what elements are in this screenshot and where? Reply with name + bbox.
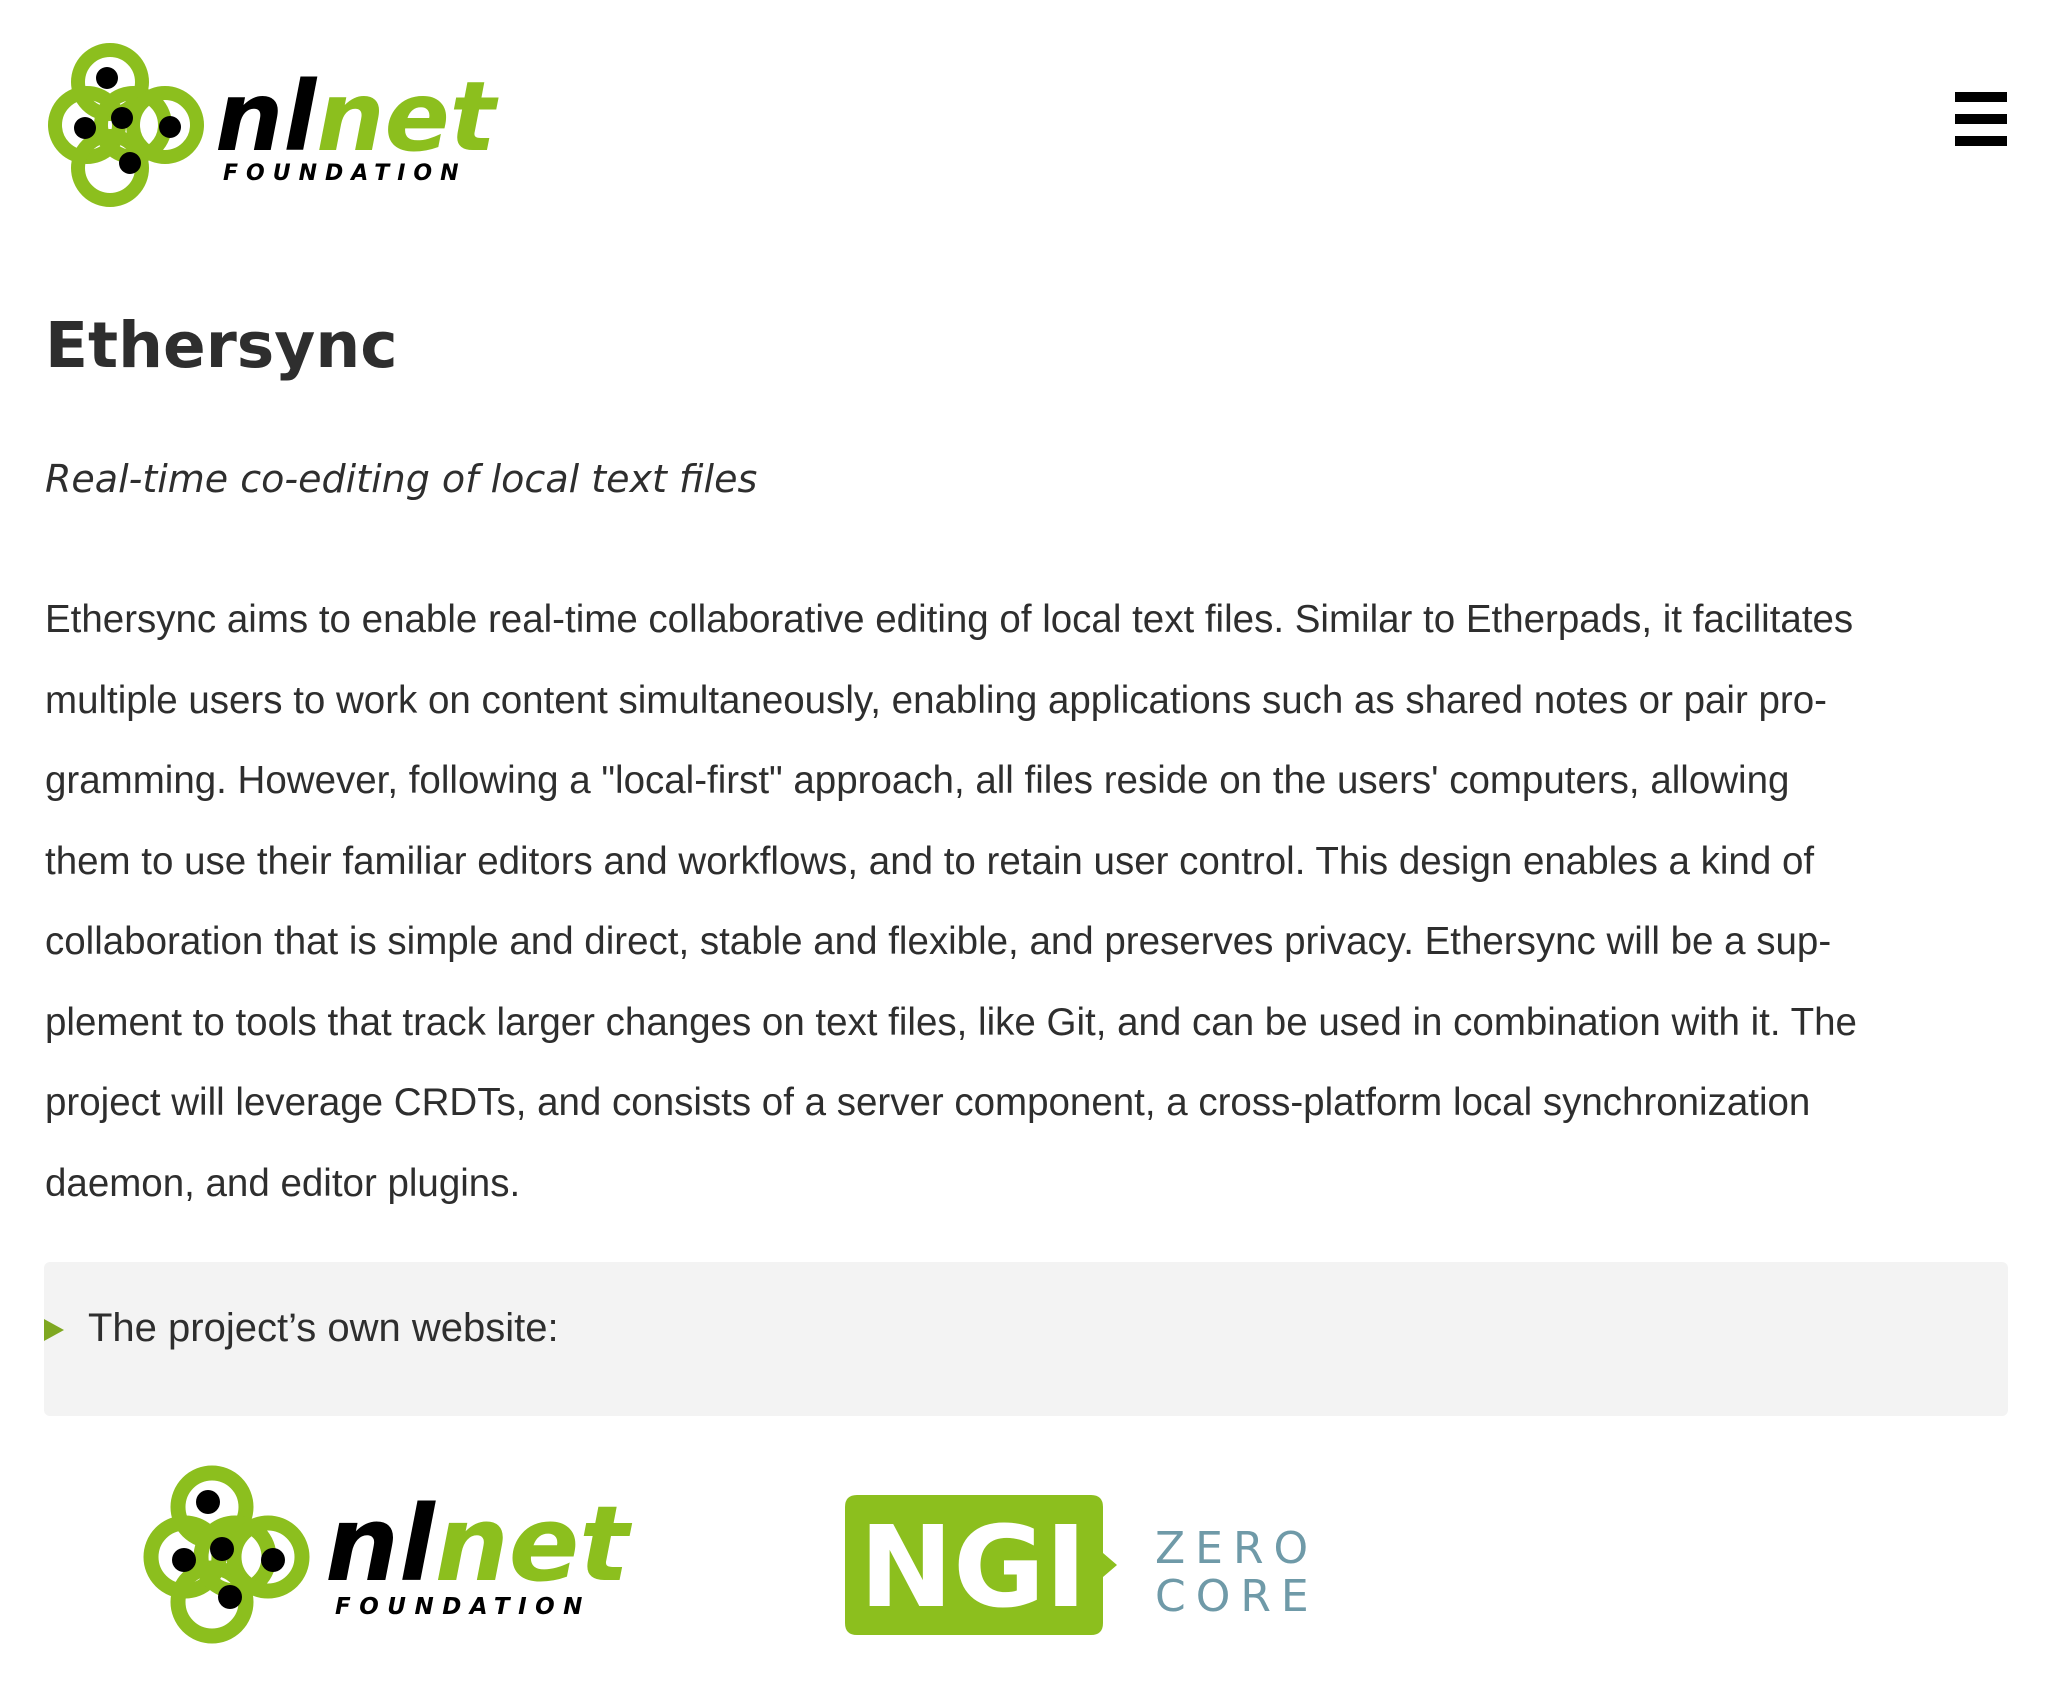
nlnet-logo-icon: [48, 43, 204, 207]
description-line: collaboration that is simple and direct,…: [45, 920, 1832, 963]
description-line: project will leverage CRDTs, and consist…: [45, 1081, 1811, 1124]
project-description: Ethersync aims to enable real-time colla…: [45, 580, 2010, 1224]
ngi-zero-core-logo[interactable]: NGI ZERO CORE: [845, 1493, 1365, 1638]
footer-logo-wordmark: nlnet: [325, 1483, 632, 1605]
logo-tagline: FOUNDATION: [223, 161, 467, 186]
description-line: Ethersync aims to enable real-time colla…: [45, 598, 1854, 641]
ngi-badge-text: NGI: [859, 1503, 1086, 1633]
description-line: plement to tools that track larger chang…: [45, 1000, 1857, 1044]
description-line: them to use their familiar editors and w…: [45, 839, 1815, 883]
description-line: multiple users to work on content simult…: [45, 678, 1827, 722]
project-website-details[interactable]: The project’s own website:: [44, 1262, 2008, 1416]
nlnet-logo[interactable]: nlnet FOUNDATION: [45, 30, 505, 210]
nlnet-footer-logo-icon: [143, 1465, 310, 1644]
hamburger-menu-icon[interactable]: [1955, 92, 2007, 146]
project-website-summary[interactable]: The project’s own website:: [88, 1300, 559, 1356]
ngi-line-zero: ZERO: [1155, 1523, 1318, 1574]
footer-logo-tagline: FOUNDATION: [335, 1594, 591, 1620]
site-header: nlnet FOUNDATION: [0, 0, 2049, 230]
description-line: gramming. However, following a "local-fi…: [45, 759, 1790, 802]
ngi-line-core: CORE: [1155, 1571, 1319, 1622]
description-line: daemon, and editor plugins.: [45, 1161, 521, 1205]
page-title: Ethersync: [45, 309, 398, 382]
logo-wordmark: nlnet: [215, 61, 499, 173]
nlnet-footer-logo[interactable]: nlnet FOUNDATION: [140, 1452, 640, 1652]
disclosure-triangle-icon[interactable]: [44, 1319, 64, 1341]
page-subtitle: Real-time co-editing of local text files: [45, 457, 758, 501]
